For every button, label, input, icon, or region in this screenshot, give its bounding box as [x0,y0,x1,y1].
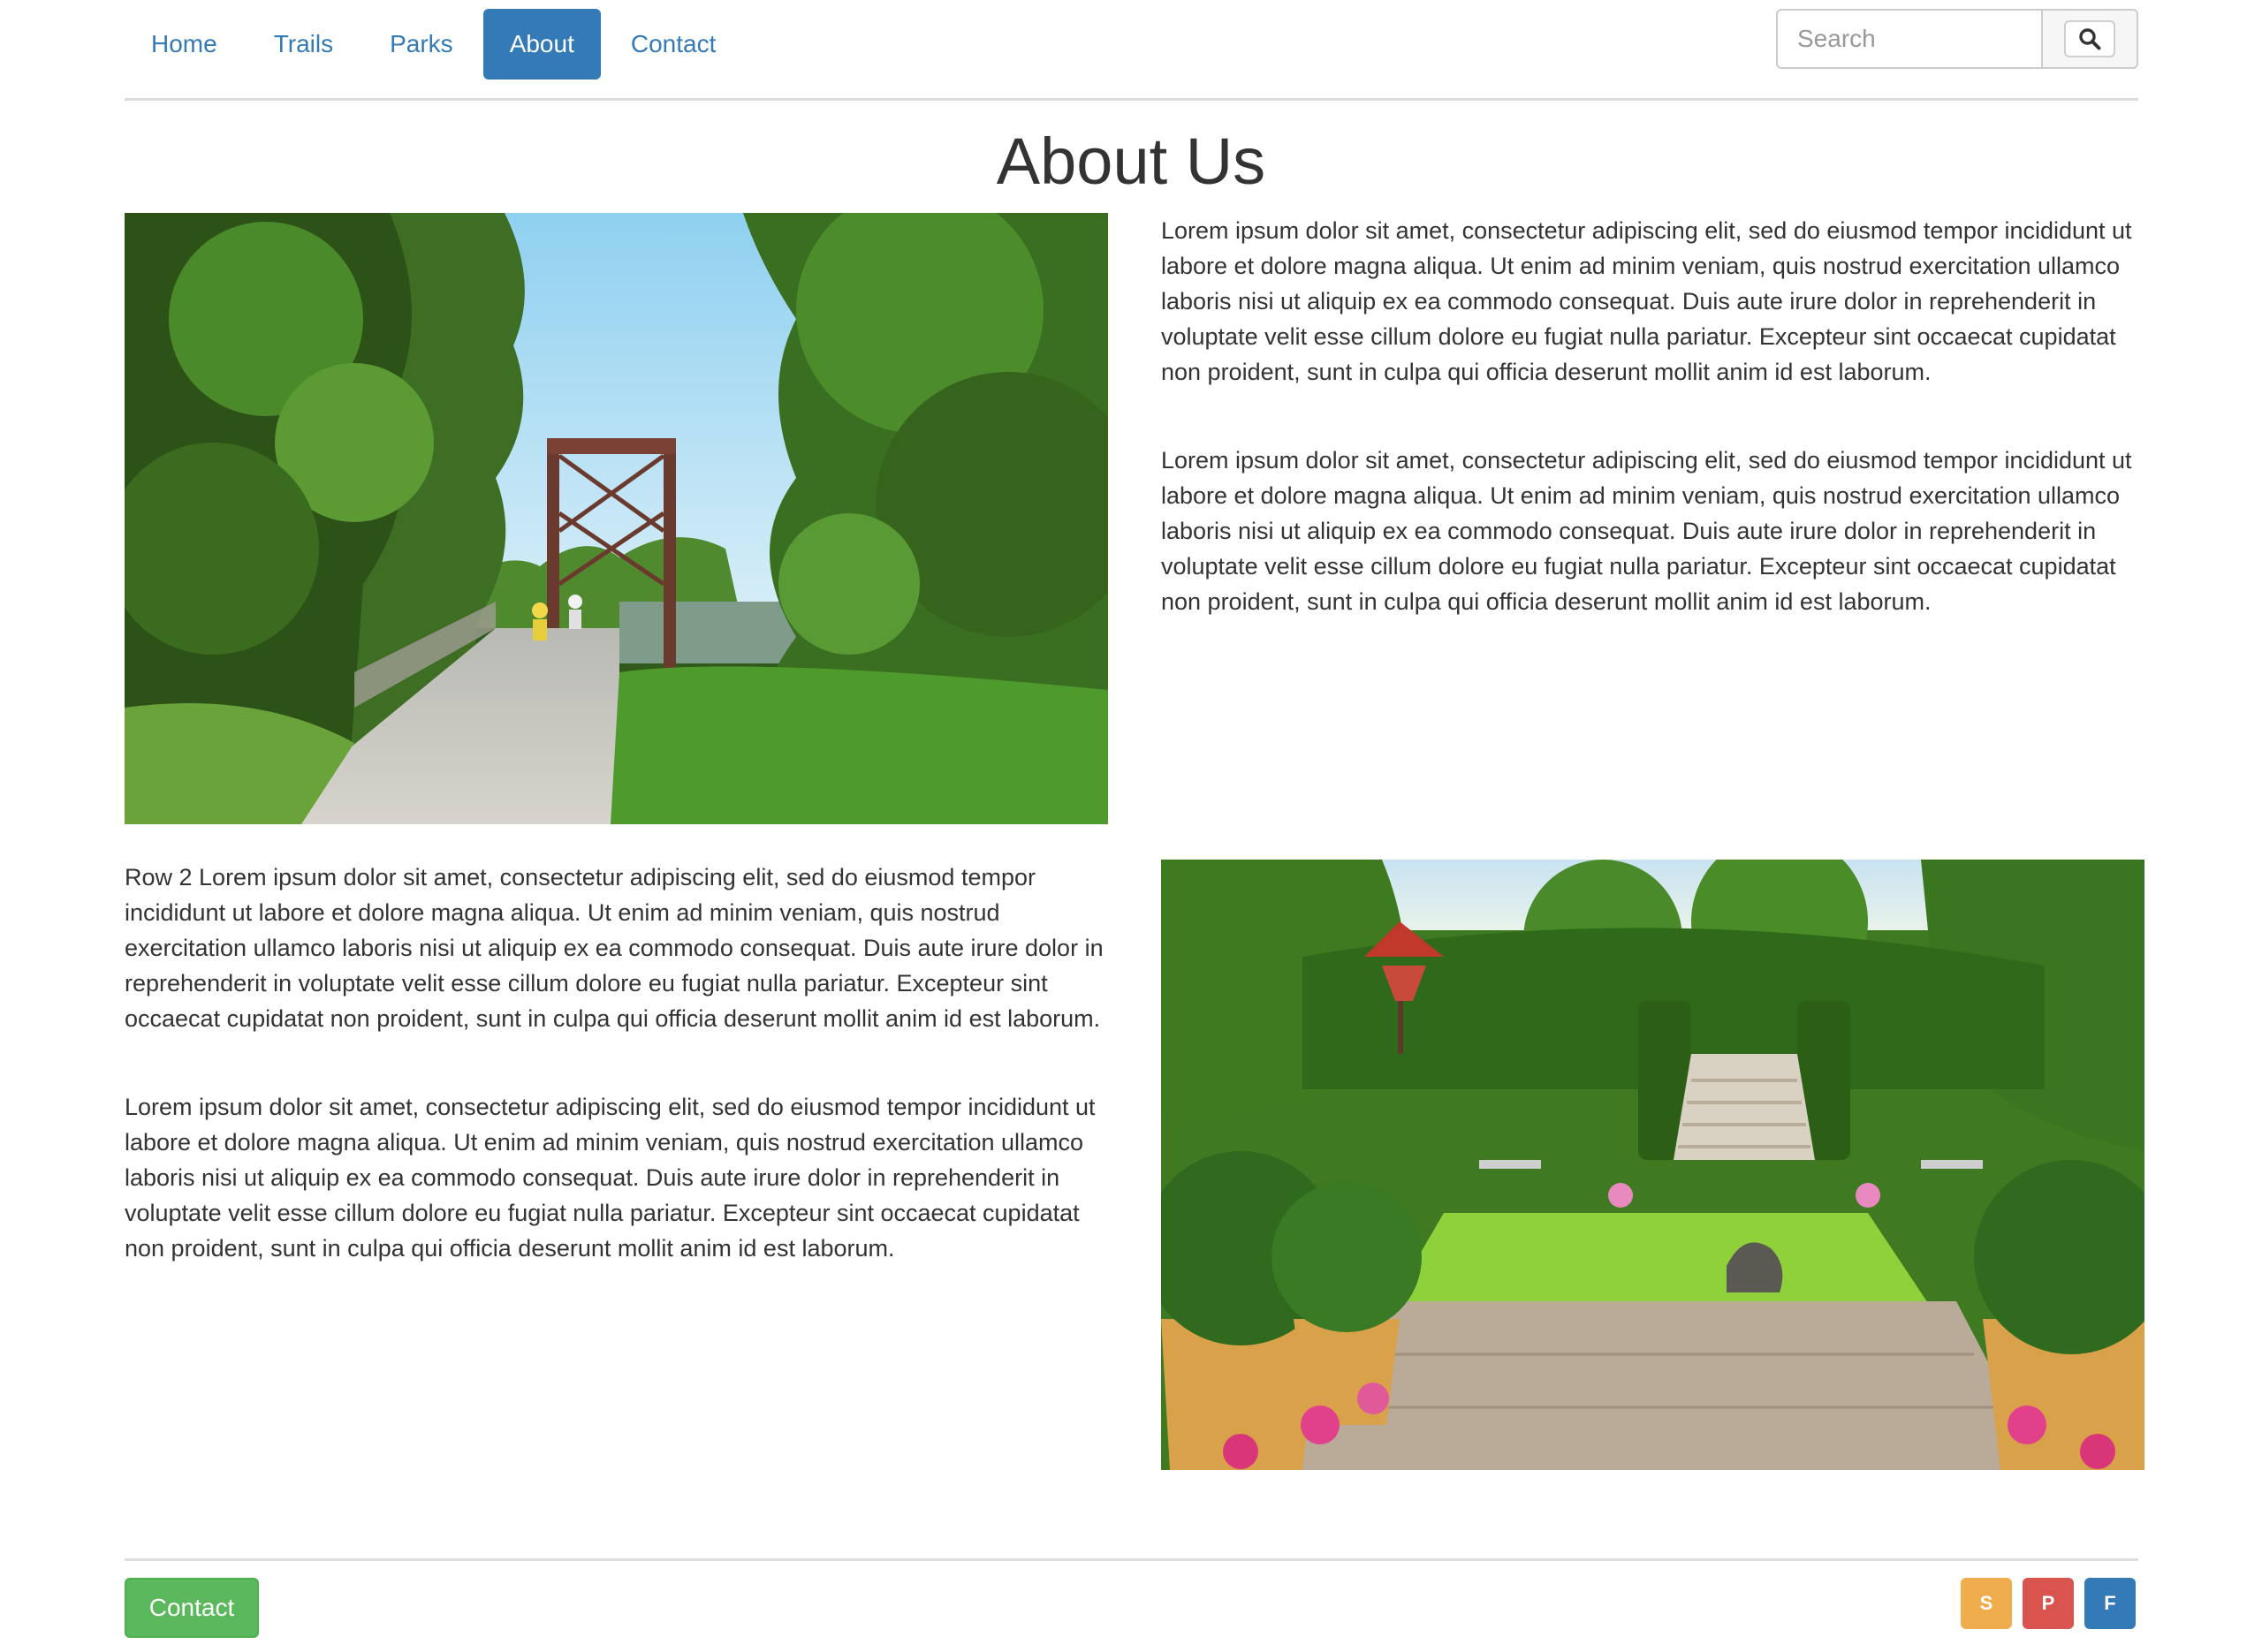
top-navbar: Home Trails Parks About Contact [125,0,2138,101]
search-button-face [2064,20,2115,57]
row1-paragraph-2: Lorem ipsum dolor sit amet, consectetur … [1161,447,2132,615]
tab-contact[interactable]: Contact [604,9,743,80]
footer-divider [125,1558,2138,1561]
search-icon [2079,28,2101,50]
tab-parks[interactable]: Parks [363,9,480,80]
social-button-s[interactable]: S [1961,1578,2012,1629]
row2-text: Row 2 Lorem ipsum dolor sit amet, consec… [125,860,1110,1319]
trail-bridge-photo [125,213,1108,824]
social-button-p[interactable]: P [2023,1578,2074,1629]
search-form [1776,9,2138,69]
search-input[interactable] [1776,9,2041,69]
social-button-f[interactable]: F [2084,1578,2136,1629]
row1-text: Lorem ipsum dolor sit amet, consectetur … [1161,213,2151,672]
footer-contact-button[interactable]: Contact [125,1578,259,1638]
formal-garden-photo [1161,860,2144,1470]
page-title: About Us [996,125,1266,198]
row2-paragraph-2: Lorem ipsum dolor sit amet, consectetur … [125,1094,1096,1262]
nav-tabs: Home Trails Parks About Contact [125,9,746,80]
tab-home[interactable]: Home [125,9,244,80]
tab-trails[interactable]: Trails [247,9,360,80]
row1-paragraph-1: Lorem ipsum dolor sit amet, consectetur … [1161,217,2132,385]
row2-paragraph-1: Row 2 Lorem ipsum dolor sit amet, consec… [125,864,1104,1032]
search-button[interactable] [2041,9,2138,69]
tab-about[interactable]: About [482,9,601,80]
